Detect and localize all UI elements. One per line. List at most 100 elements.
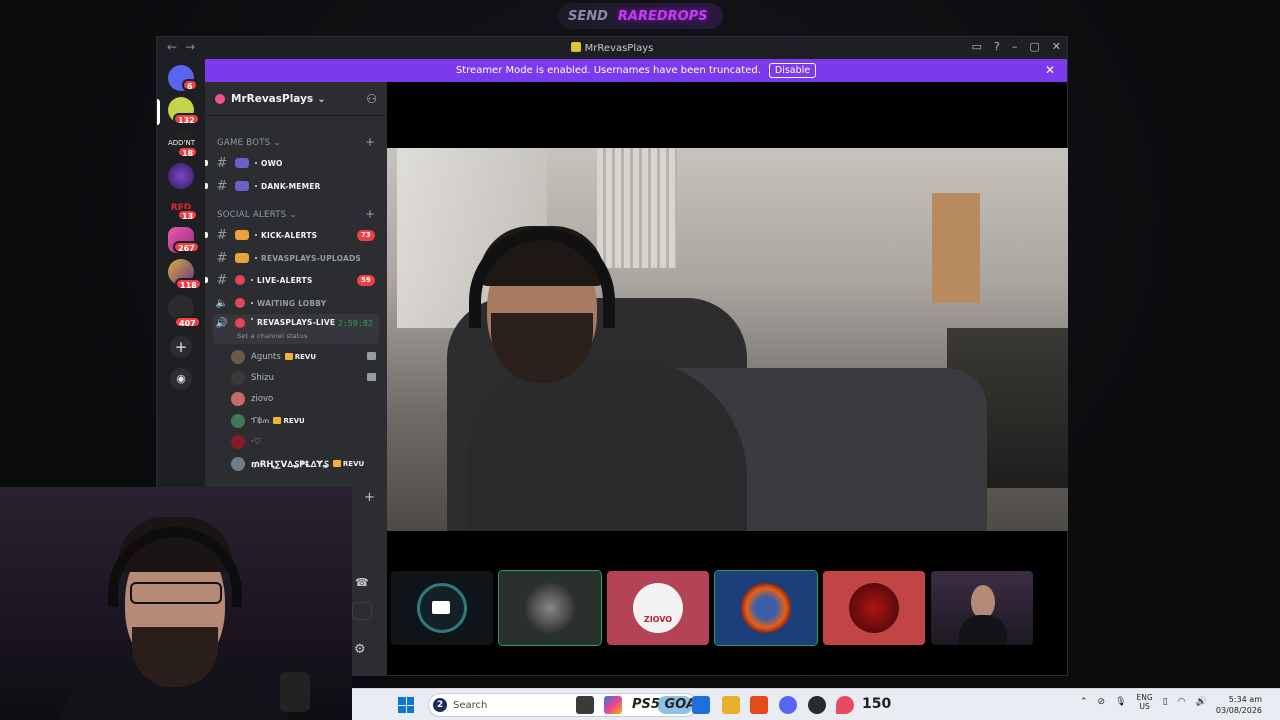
text-channel-icon: # (216, 155, 228, 171)
channel-live-alerts[interactable]: # LIVE-ALERTS 59 (213, 270, 379, 290)
controller-icon (235, 158, 249, 168)
category-social-alerts[interactable]: SOCIAL ALERTS ⌄ + (217, 207, 375, 221)
disable-button[interactable]: Disable (768, 63, 817, 78)
mention-count: 73 (356, 229, 375, 241)
voice-user[interactable]: Agunts REVU (231, 348, 376, 366)
add-member-icon[interactable]: ⚇ (366, 92, 377, 106)
server-name: MrRevasPlays (231, 92, 314, 105)
speaker-icon: 🔊 (215, 318, 229, 329)
controller-icon (235, 181, 249, 191)
discover-icon[interactable]: ◉ (170, 368, 192, 390)
red-dot-icon (235, 318, 245, 328)
channel-kick-alerts[interactable]: # KICK-ALERTS 73 (213, 225, 379, 245)
add-channel-icon[interactable]: + (365, 207, 375, 221)
counter-text: 150 (862, 696, 892, 712)
system-clock[interactable]: 5:34 am 03/08/2026 (1216, 694, 1262, 716)
voice-user[interactable]: ₥ɌⱧ∑V∆₷₱Ⱡ∆Ɏ₷ REVU (231, 455, 364, 473)
tile-streamer[interactable] (931, 571, 1033, 645)
brave-browser-icon[interactable] (750, 696, 768, 714)
disconnect-icon[interactable]: ☎ (355, 576, 369, 589)
panel-control[interactable] (352, 602, 372, 620)
close-banner-icon[interactable]: ✕ (1045, 63, 1055, 77)
voice-user[interactable]: ·♡ (231, 433, 261, 451)
overlay-raredrops: RAREDROPS (617, 8, 708, 24)
avatar (231, 414, 245, 428)
unread-indicator (205, 232, 208, 238)
obs-icon[interactable] (808, 696, 826, 714)
volume-icon[interactable]: 🔊 (1196, 697, 1207, 707)
add-icon[interactable]: + (364, 490, 375, 505)
camera-icon (367, 373, 376, 381)
language-indicator[interactable]: ENG US (1137, 693, 1153, 711)
unread-indicator (205, 277, 208, 283)
streamer-mode-banner: Streamer Mode is enabled. Usernames have… (205, 59, 1067, 82)
network-off-icon[interactable]: ⊘ (1098, 697, 1106, 707)
camera-icon (367, 352, 376, 360)
red-dot-icon (235, 275, 245, 285)
server-header[interactable]: MrRevasPlays ⌄ ⚇ (205, 82, 387, 116)
server-icon (570, 42, 581, 52)
channel-dank-memer[interactable]: # DANK-MEMER (213, 176, 379, 196)
text-channel-icon: # (216, 272, 228, 288)
tile-camera[interactable] (391, 571, 493, 645)
add-server-icon[interactable]: + (170, 336, 192, 358)
help-icon[interactable]: ? (994, 40, 1000, 53)
server-icon-3[interactable] (168, 163, 194, 189)
voice-channel-live[interactable]: 🔊 REVASPLAYS-LIVE 2:59:02 Set a channel … (213, 314, 379, 344)
badge-server-folder: 118 (175, 278, 202, 290)
tile-joker[interactable] (498, 570, 602, 646)
windows-taskbar: 2 Search PS5 GOAL 150 ⌃ ⊘ 🎙 ENG US ▯ ◠ 🔊 … (352, 688, 1280, 720)
unread-indicator (205, 183, 208, 189)
bell-icon (235, 230, 249, 240)
tile-fire[interactable] (714, 570, 818, 646)
search-placeholder: Search (453, 699, 488, 711)
wifi-icon[interactable]: ◠ (1178, 697, 1186, 707)
avatar (231, 371, 245, 385)
server-home-icon (215, 93, 225, 104)
crown-icon (284, 353, 293, 360)
voice-stage: ZIOVO (387, 82, 1068, 675)
voice-user[interactable]: Shizu (231, 369, 376, 387)
file-explorer-icon[interactable] (722, 696, 740, 714)
system-tray: ⌃ ⊘ 🎙 ENG US ▯ ◠ 🔊 (1080, 693, 1207, 711)
channel-status[interactable]: Set a channel status (237, 332, 308, 340)
discord-taskbar-icon[interactable] (779, 696, 797, 714)
banner-text: Streamer Mode is enabled. Usernames have… (455, 65, 761, 76)
voice-user[interactable]: ziovo (231, 390, 273, 408)
inbox-icon[interactable]: ▭ (972, 40, 982, 53)
add-channel-icon[interactable]: + (365, 135, 375, 149)
start-button[interactable] (398, 697, 414, 713)
raredrops-overlay: SEND RAREDROPS (558, 3, 723, 29)
channel-owo[interactable]: # OWO (213, 153, 379, 173)
badge-server-1: 132 (173, 113, 200, 125)
phone-link-icon[interactable]: ▯ (1163, 697, 1168, 707)
tile-demon[interactable] (823, 571, 925, 645)
chevron-down-icon: ⌄ (317, 92, 326, 105)
settings-gear-icon[interactable]: ⚙ (354, 642, 366, 657)
search-badge: 2 (433, 698, 447, 712)
text-channel-icon: # (216, 250, 228, 266)
microphone (280, 672, 310, 712)
channel-waiting-lobby[interactable]: 🔈 WAITING LOBBY (213, 293, 379, 313)
copilot-icon[interactable] (604, 696, 622, 714)
close-window-button[interactable]: ✕ (1052, 40, 1061, 53)
voice-timer: 2:59:02 (337, 319, 373, 328)
channel-uploads[interactable]: # REVASPLAYS-UPLOADS (213, 248, 379, 268)
badge-server-pink: 267 (173, 241, 200, 253)
microphone-icon[interactable]: 🎙 (1115, 697, 1126, 707)
badge-home: 6 (182, 79, 198, 91)
category-game-bots[interactable]: GAME BOTS ⌄ + (217, 135, 375, 149)
store-icon[interactable] (692, 696, 710, 714)
task-view-icon[interactable] (576, 696, 594, 714)
focused-stream[interactable] (387, 148, 1068, 531)
bell-icon (235, 253, 249, 263)
overlay-send: SEND (568, 8, 608, 24)
video-camera-icon (432, 601, 450, 614)
app-icon[interactable] (836, 696, 854, 714)
chevron-up-icon[interactable]: ⌃ (1080, 697, 1088, 707)
minimize-button[interactable]: – (1012, 40, 1018, 53)
tile-ziovo[interactable]: ZIOVO (607, 571, 709, 645)
maximize-button[interactable]: ▢ (1029, 40, 1039, 53)
voice-user[interactable]: ፕ฿ጠ REVU (231, 412, 305, 430)
desktop: { "overlay": {"send": "SEND", "rare": "R… (0, 0, 1280, 720)
